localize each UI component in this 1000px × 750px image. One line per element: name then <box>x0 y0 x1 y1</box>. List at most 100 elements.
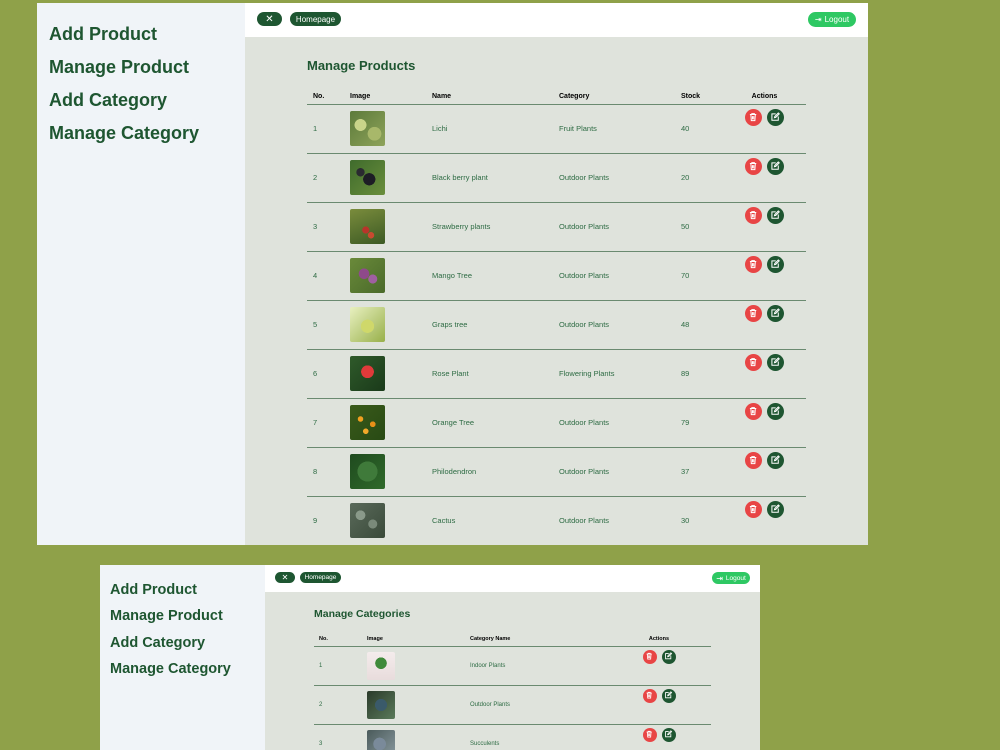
logout-button[interactable]: ⇥ Logout <box>712 572 750 584</box>
delete-button[interactable] <box>745 451 762 469</box>
row-actions <box>723 255 806 273</box>
product-image-cell <box>350 447 432 497</box>
delete-button[interactable] <box>745 402 762 420</box>
trash-icon <box>745 158 762 175</box>
row-number: 3 <box>314 724 367 750</box>
actions-cell <box>723 153 806 203</box>
homepage-label: Homepage <box>295 14 336 24</box>
edit-button[interactable] <box>767 108 784 126</box>
column-header-actions: Actions <box>723 89 806 105</box>
actions-cell <box>723 398 806 448</box>
table-row: 1 Indoor Plants <box>314 646 711 686</box>
sidebar-item-manage-product[interactable]: Manage Product <box>49 54 245 87</box>
homepage-button[interactable]: Homepage <box>290 12 341 26</box>
trash-icon <box>745 403 762 420</box>
product-image-cell <box>350 104 432 154</box>
delete-button[interactable] <box>745 157 762 175</box>
category-image <box>367 690 395 719</box>
row-actions <box>723 500 806 518</box>
edit-button[interactable] <box>767 255 784 273</box>
logout-button[interactable]: ⇥ Logout <box>808 12 856 27</box>
product-image-cell <box>350 251 432 301</box>
edit-icon <box>767 256 784 273</box>
delete-button[interactable] <box>745 206 762 224</box>
actions-cell <box>607 685 711 725</box>
column-header-category: Category <box>559 89 681 105</box>
column-header-name: Name <box>432 89 559 105</box>
row-number: 3 <box>307 202 350 252</box>
product-category: Outdoor Plants <box>559 251 681 301</box>
delete-button[interactable] <box>745 255 762 273</box>
edit-button[interactable] <box>767 353 784 371</box>
categories-table: No. Image Category Name Actions 1 Indoor … <box>314 633 711 750</box>
category-name: Indoor Plants <box>470 646 607 686</box>
column-header-stock: Stock <box>681 89 723 105</box>
delete-button[interactable] <box>745 304 762 322</box>
homepage-label: Homepage <box>304 574 337 581</box>
category-image <box>367 729 395 750</box>
row-actions <box>723 304 806 322</box>
product-stock: 89 <box>681 349 723 399</box>
actions-cell <box>607 646 711 686</box>
category-image <box>367 651 395 680</box>
category-name: Succulents <box>470 724 607 750</box>
edit-button[interactable] <box>767 304 784 322</box>
delete-button[interactable] <box>745 353 762 371</box>
close-sidebar-button[interactable]: ✕ <box>257 12 282 26</box>
product-category: Outdoor Plants <box>559 398 681 448</box>
product-name: Rose Plant <box>432 349 559 399</box>
logout-icon: ⇥ <box>716 573 723 583</box>
edit-button[interactable] <box>661 688 676 703</box>
delete-button[interactable] <box>745 500 762 518</box>
row-actions <box>607 688 711 703</box>
edit-icon <box>767 109 784 126</box>
row-actions <box>723 402 806 420</box>
delete-button[interactable] <box>642 649 657 664</box>
product-category: Flowering Plants <box>559 349 681 399</box>
edit-button[interactable] <box>767 206 784 224</box>
sidebar-item-manage-category[interactable]: Manage Category <box>49 120 245 153</box>
row-actions <box>723 206 806 224</box>
product-stock: 20 <box>681 153 723 203</box>
category-image-cell <box>367 646 470 686</box>
edit-icon <box>767 501 784 518</box>
product-category: Outdoor Plants <box>559 496 681 545</box>
delete-button[interactable] <box>642 688 657 703</box>
sidebar-item-add-product[interactable]: Add Product <box>110 580 265 606</box>
delete-button[interactable] <box>745 108 762 126</box>
row-actions <box>723 353 806 371</box>
product-image <box>350 405 385 440</box>
edit-button[interactable] <box>767 157 784 175</box>
column-header-category-name: Category Name <box>470 633 607 647</box>
product-name: Cactus <box>432 496 559 545</box>
row-number: 2 <box>307 153 350 203</box>
homepage-button[interactable]: Homepage <box>300 572 341 583</box>
edit-button[interactable] <box>661 649 676 664</box>
product-stock: 50 <box>681 202 723 252</box>
row-number: 1 <box>314 646 367 686</box>
product-stock: 79 <box>681 398 723 448</box>
delete-button[interactable] <box>642 727 657 742</box>
product-image-cell <box>350 153 432 203</box>
sidebar-item-manage-category[interactable]: Manage Category <box>110 659 265 685</box>
edit-button[interactable] <box>767 402 784 420</box>
row-number: 2 <box>314 685 367 725</box>
trash-icon <box>745 305 762 322</box>
actions-cell <box>723 447 806 497</box>
edit-button[interactable] <box>767 500 784 518</box>
edit-button[interactable] <box>661 727 676 742</box>
column-header-image: Image <box>367 633 470 647</box>
table-row: 9 Cactus Outdoor Plants 30 <box>307 496 806 545</box>
sidebar-item-add-product[interactable]: Add Product <box>49 21 245 54</box>
sidebar-item-add-category[interactable]: Add Category <box>110 633 265 659</box>
product-category: Outdoor Plants <box>559 447 681 497</box>
table-row: 1 Lichi Fruit Plants 40 <box>307 104 806 154</box>
edit-button[interactable] <box>767 451 784 469</box>
product-category: Outdoor Plants <box>559 300 681 350</box>
close-sidebar-button[interactable]: ✕ <box>275 572 295 583</box>
product-name: Mango Tree <box>432 251 559 301</box>
product-image <box>350 111 385 146</box>
sidebar-item-add-category[interactable]: Add Category <box>49 87 245 120</box>
product-image <box>350 209 385 244</box>
sidebar-item-manage-product[interactable]: Manage Product <box>110 606 265 632</box>
